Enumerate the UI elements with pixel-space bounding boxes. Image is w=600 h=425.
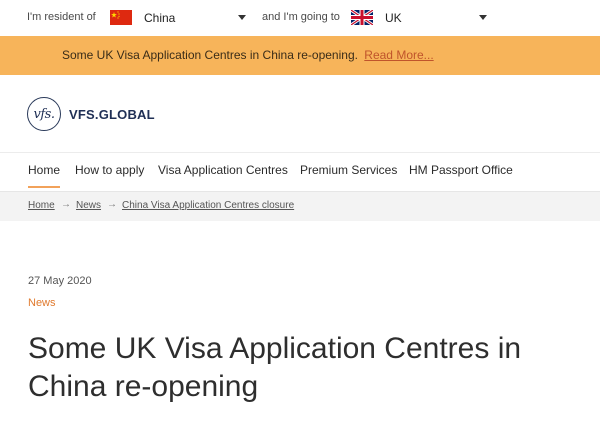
- uk-flag-icon: [351, 10, 373, 25]
- main-nav: Home How to apply Visa Application Centr…: [0, 153, 600, 191]
- nav-item-how-to-apply[interactable]: How to apply: [75, 163, 144, 177]
- nav-item-home[interactable]: Home: [28, 163, 61, 188]
- resident-label: I'm resident of: [27, 11, 96, 23]
- breadcrumb-news[interactable]: News: [76, 200, 101, 211]
- breadcrumb: Home → News → China Visa Application Cen…: [0, 191, 600, 221]
- nav-item-visa-application-centres[interactable]: Visa Application Centres: [158, 163, 288, 177]
- alert-banner: Some UK Visa Application Centres in Chin…: [0, 36, 600, 75]
- article-title: Some UK Visa Application Centres in Chin…: [28, 332, 522, 403]
- chevron-down-icon: [238, 15, 246, 20]
- alert-text: Some UK Visa Application Centres in Chin…: [62, 48, 358, 62]
- nav-item-hm-passport-office[interactable]: HM Passport Office: [409, 163, 513, 177]
- vfs-logo-icon[interactable]: vfs.: [27, 97, 61, 131]
- breadcrumb-arrow-icon: →: [107, 199, 117, 210]
- chevron-down-icon: [479, 15, 487, 20]
- destination-country-value: UK: [385, 10, 402, 25]
- article-date: 27 May 2020: [28, 275, 92, 287]
- country-selector-bar: I'm resident of China and I'm going to U…: [0, 0, 600, 36]
- destination-country-select[interactable]: UK: [345, 4, 493, 31]
- breadcrumb-home[interactable]: Home: [28, 200, 55, 211]
- resident-country-value: China: [144, 10, 176, 25]
- logo-text[interactable]: VFS.GLOBAL: [69, 107, 155, 122]
- nav-item-premium-services[interactable]: Premium Services: [300, 163, 397, 177]
- destination-label: and I'm going to: [262, 11, 340, 23]
- alert-message: Some UK Visa Application Centres in Chin…: [62, 48, 434, 62]
- breadcrumb-current[interactable]: China Visa Application Centres closure: [122, 200, 294, 211]
- read-more-link[interactable]: Read More...: [364, 48, 433, 62]
- logo-mark: vfs.: [33, 106, 55, 122]
- china-flag-icon: [110, 10, 132, 25]
- resident-country-select[interactable]: China: [104, 4, 252, 31]
- breadcrumb-arrow-icon: →: [61, 199, 71, 210]
- header: vfs. VFS.GLOBAL: [0, 75, 600, 153]
- article-category[interactable]: News: [28, 297, 56, 309]
